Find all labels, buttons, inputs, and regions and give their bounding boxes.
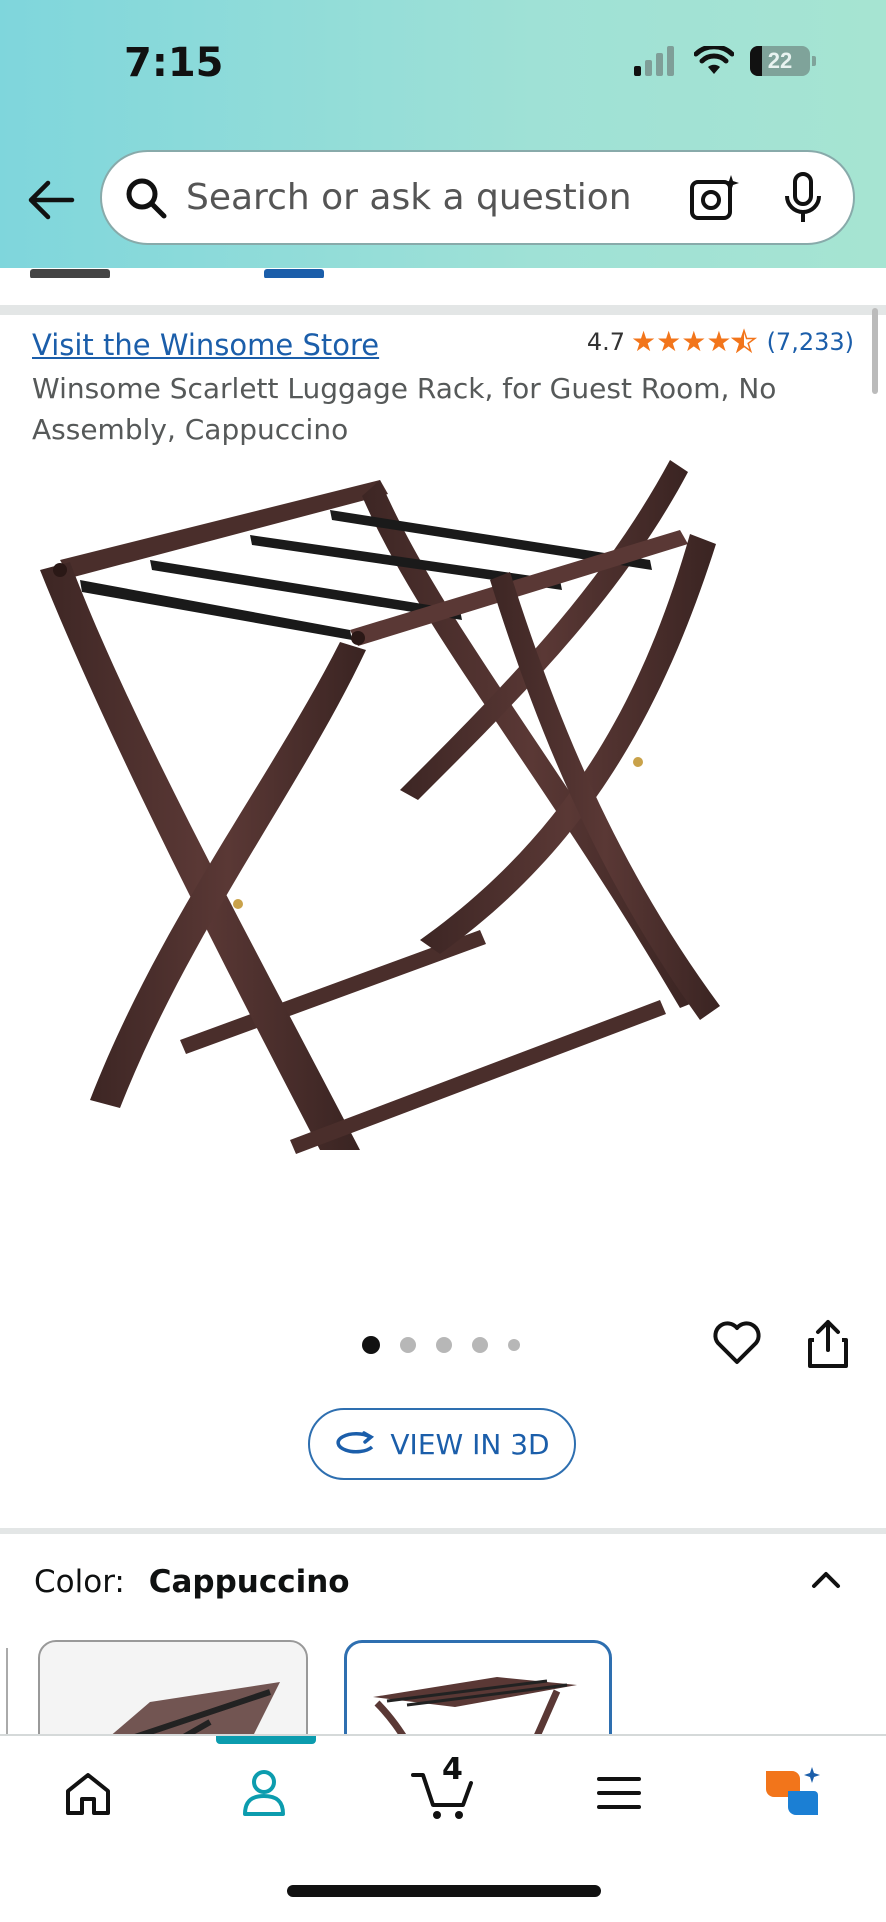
home-indicator [287, 1885, 601, 1897]
color-selector-header: Color: Cappuccino [34, 1564, 350, 1600]
rotate-3d-icon [336, 1431, 375, 1454]
rating-summary[interactable]: 4.7 ★ ★ ★ ★ ★ (7,233) [586, 325, 854, 358]
store-link[interactable]: Visit the Winsome Store [32, 328, 379, 362]
search-input[interactable]: Search or ask a question [186, 177, 689, 218]
color-label: Color: [34, 1564, 125, 1600]
chevron-up-icon[interactable] [806, 1560, 846, 1600]
star-icon: ★ [706, 325, 732, 358]
nav-home[interactable] [56, 1758, 120, 1828]
view-in-3d-button[interactable]: VIEW IN 3D [308, 1408, 576, 1480]
search-icon [126, 178, 167, 218]
image-carousel-dots[interactable] [362, 1336, 520, 1354]
back-arrow-icon[interactable] [26, 178, 76, 222]
account-icon [243, 1770, 285, 1816]
search-bar[interactable]: Search or ask a question [100, 150, 855, 245]
nav-rufus[interactable] [760, 1758, 824, 1828]
carousel-dot[interactable] [436, 1337, 452, 1353]
section-divider [0, 305, 886, 315]
carousel-dot[interactable] [362, 1336, 380, 1354]
color-swatch-partial[interactable] [0, 1648, 8, 1738]
app-header: 7:15 22 Search or ask a question [0, 0, 886, 268]
cut-off-text [30, 266, 390, 278]
nav-account[interactable] [232, 1758, 296, 1828]
selected-color: Cappuccino [148, 1564, 350, 1600]
product-image[interactable] [40, 460, 850, 1230]
cart-count-badge: 4 [442, 1752, 463, 1787]
rating-count[interactable]: (7,233) [767, 328, 854, 356]
nav-menu[interactable] [592, 1758, 646, 1828]
microphone-icon[interactable] [781, 171, 825, 224]
half-star-icon: ★ [731, 325, 758, 358]
star-icon: ★ [631, 325, 657, 358]
status-icons: 22 [634, 46, 816, 76]
carousel-dot[interactable] [472, 1337, 488, 1353]
status-time: 7:15 [124, 40, 224, 86]
star-icon: ★ [681, 325, 707, 358]
heart-icon[interactable] [712, 1318, 762, 1368]
carousel-dot[interactable] [400, 1337, 416, 1353]
section-divider [0, 1528, 886, 1534]
menu-icon [597, 1777, 641, 1809]
wifi-icon [694, 46, 734, 74]
battery-level: 22 [767, 48, 793, 73]
carousel-dot[interactable] [508, 1339, 520, 1351]
battery-icon: 22 [750, 46, 810, 76]
home-icon [66, 1773, 110, 1815]
rufus-assistant-icon [766, 1767, 820, 1815]
product-title: Winsome Scarlett Luggage Rack, for Guest… [32, 372, 777, 446]
scrollbar[interactable] [872, 308, 878, 394]
signal-icon [634, 46, 674, 76]
star-icon: ★ [656, 325, 682, 358]
view-in-3d-label: VIEW IN 3D [390, 1427, 550, 1461]
active-tab-indicator [216, 1736, 316, 1744]
star-rating: ★ ★ ★ ★ ★ [631, 325, 758, 358]
share-icon[interactable] [806, 1318, 850, 1370]
rating-value: 4.7 [586, 328, 626, 356]
camera-search-icon[interactable] [689, 172, 741, 224]
